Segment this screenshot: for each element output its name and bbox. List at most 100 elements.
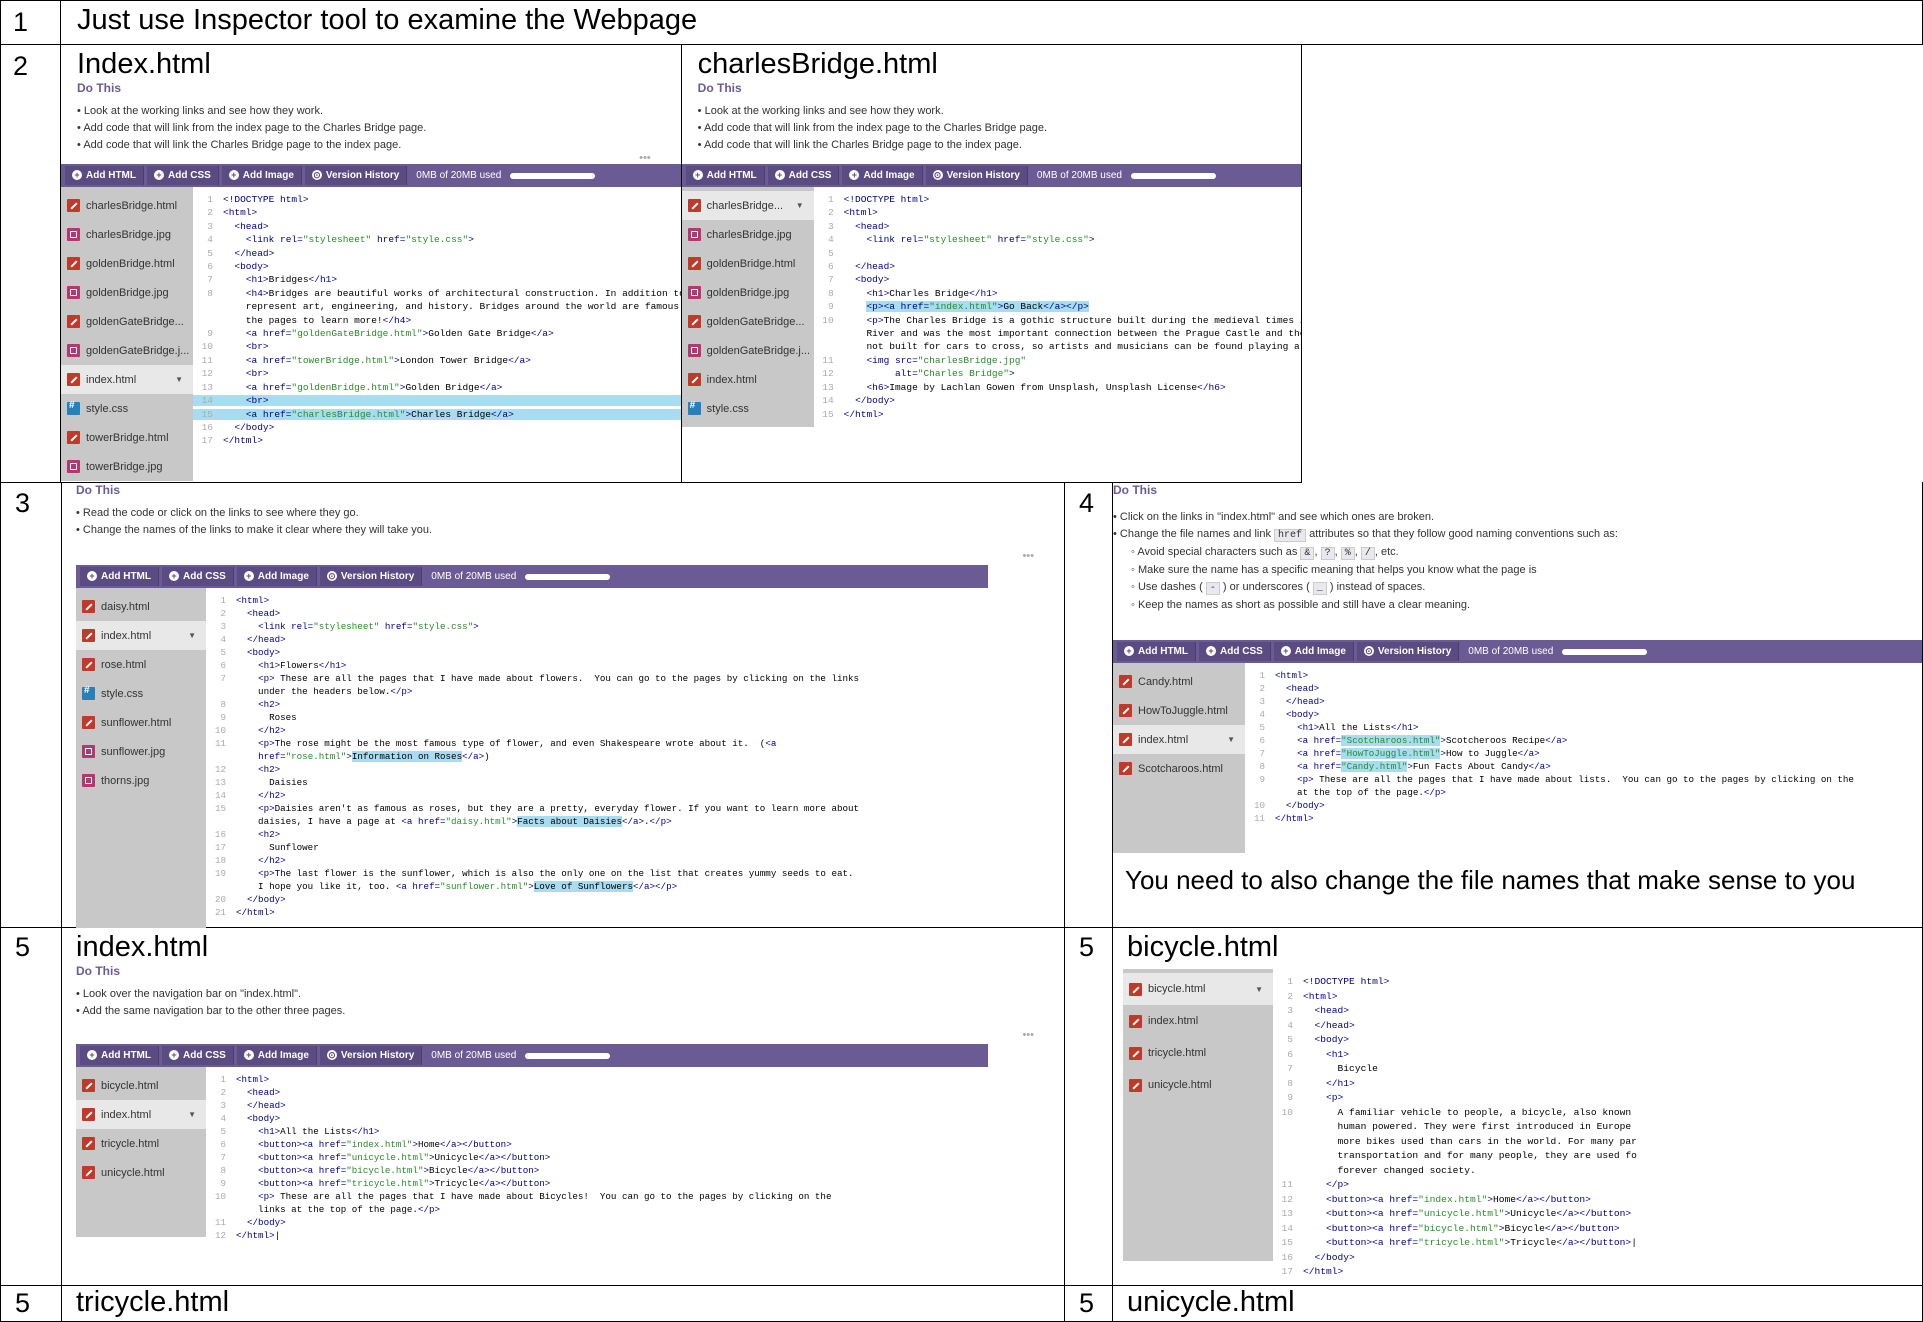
file-item[interactable]: goldenGateBridge... xyxy=(682,307,814,336)
version-history-button[interactable]: ⊙ Version History xyxy=(319,567,423,586)
file-item[interactable]: thorns.jpg xyxy=(76,766,206,795)
version-history-button[interactable]: ⊙ Version History xyxy=(304,166,408,185)
row-number-5a: 5 xyxy=(1,928,62,1285)
code-editor[interactable]: 1 <!DOCTYPE html> 2 <html> 3 <head> 4 </he… xyxy=(1273,969,1922,1280)
add-html-button[interactable]: + Add HTML xyxy=(80,567,159,586)
add-image-button[interactable]: + Add Image xyxy=(842,166,923,185)
add-image-button[interactable]: + Add Image xyxy=(1273,642,1354,661)
resize-handle[interactable]: ••• xyxy=(62,539,1064,565)
version-history-button[interactable]: ⊙ Version History xyxy=(1356,642,1460,661)
file-item-active[interactable]: index.html ▼ xyxy=(61,365,193,394)
chevron-down-icon[interactable]: ▼ xyxy=(175,375,183,384)
file-item[interactable]: index.html xyxy=(1123,1005,1273,1037)
add-css-button[interactable]: + Add CSS xyxy=(147,166,219,185)
add-css-button[interactable]: + Add CSS xyxy=(162,567,234,586)
file-item[interactable]: goldenGateBridge.j... xyxy=(682,336,814,365)
do-this-heading: Do This xyxy=(1113,483,1157,497)
file-item-active[interactable]: index.html ▼ xyxy=(1113,725,1245,754)
file-item[interactable]: sunflower.html xyxy=(76,708,206,737)
file-item[interactable]: towerBridge.html xyxy=(61,423,193,452)
file-item-active[interactable]: bicycle.html ▼ xyxy=(1123,973,1273,1005)
clock-icon: ⊙ xyxy=(326,571,337,581)
file-item[interactable]: towerBridge.jpg xyxy=(61,452,193,481)
file-item[interactable]: Candy.html xyxy=(1113,667,1245,696)
html-file-icon xyxy=(82,629,95,642)
code-editor[interactable]: 1 <!DOCTYPE html> 2 <html> 3 <head> 4 <lin… xyxy=(193,187,681,481)
file-item[interactable]: sunflower.jpg xyxy=(76,737,206,766)
instruction-item: Read the code or click on the links to s… xyxy=(76,505,1064,522)
row5-bottom: 5 tricycle.html 5 unicycle.html xyxy=(0,1286,1923,1322)
plus-icon: + xyxy=(692,170,703,180)
chevron-down-icon[interactable]: ▼ xyxy=(1227,735,1235,744)
html-file-icon xyxy=(1129,1078,1142,1092)
file-item-active[interactable]: index.html ▼ xyxy=(76,621,206,650)
file-item[interactable]: goldenGateBridge.j... xyxy=(61,336,193,365)
resize-handle[interactable] xyxy=(682,154,1301,164)
file-item[interactable]: unicycle.html xyxy=(1123,1069,1273,1101)
editor-toolbar: + Add HTML + Add CSS + Add Image ⊙ Version H… xyxy=(61,164,681,187)
chevron-down-icon[interactable]: ▼ xyxy=(188,1110,196,1119)
add-css-button[interactable]: + Add CSS xyxy=(767,166,840,185)
file-item[interactable]: charlesBridge.jpg xyxy=(61,220,193,249)
file-item[interactable]: daisy.html xyxy=(76,592,206,621)
file-item[interactable]: style.css xyxy=(61,394,193,423)
clock-icon: ⊙ xyxy=(1363,646,1374,656)
file-item[interactable]: tricycle.html xyxy=(1123,1037,1273,1069)
file-list: bicycle.html index.html ▼ tricycle.html u… xyxy=(76,1067,206,1237)
file-item[interactable]: bicycle.html xyxy=(76,1071,206,1100)
ide-area: bicycle.html index.html ▼ tricycle.html u… xyxy=(76,1067,988,1242)
file-item[interactable]: style.css xyxy=(682,394,814,423)
resize-handle[interactable]: ••• xyxy=(61,153,680,164)
chevron-down-icon[interactable]: ▼ xyxy=(796,201,804,210)
add-image-button[interactable]: + Add Image xyxy=(236,567,317,586)
file-item[interactable]: Scotcharoos.html xyxy=(1113,754,1245,783)
instruction-subitem: Use dashes ( - ) or underscores ( _ ) in… xyxy=(1113,579,1922,597)
add-image-button[interactable]: + Add Image xyxy=(236,1046,317,1065)
file-item[interactable]: goldenBridge.html xyxy=(682,249,814,278)
code-editor[interactable]: 1 <html> 2 <head> 3 <link rel="stylesheet… xyxy=(206,588,988,928)
version-history-button[interactable]: ⊙ Version History xyxy=(319,1046,423,1065)
add-css-button[interactable]: + Add CSS xyxy=(162,1046,234,1065)
row2-left-title: Index.html xyxy=(77,48,211,80)
html-file-icon xyxy=(82,658,95,671)
file-item-active[interactable]: index.html ▼ xyxy=(76,1100,206,1129)
add-image-button[interactable]: + Add Image xyxy=(221,166,302,185)
add-html-button[interactable]: + Add HTML xyxy=(80,1046,159,1065)
add-html-button[interactable]: + Add HTML xyxy=(1117,642,1196,661)
code-editor[interactable]: 1 <!DOCTYPE html> 2 <html> 3 <head> 4 <lin… xyxy=(814,187,1301,427)
file-item[interactable]: rose.html xyxy=(76,650,206,679)
chevron-down-icon[interactable]: ▼ xyxy=(188,631,196,640)
file-item[interactable]: goldenBridge.jpg xyxy=(682,278,814,307)
html-file-icon xyxy=(1129,1014,1142,1028)
file-item[interactable]: index.html xyxy=(682,365,814,394)
code-editor[interactable]: 1 <html> 2 <head> 3 </head> 4 <body> 5 <h… xyxy=(1245,663,1922,853)
file-item[interactable]: goldenBridge.html xyxy=(61,249,193,278)
chevron-down-icon[interactable]: ▼ xyxy=(1255,985,1263,994)
file-item[interactable]: charlesBridge.jpg xyxy=(682,220,814,249)
editor-toolbar: + Add HTML + Add CSS + Add Image ⊙ Version H… xyxy=(76,1044,988,1067)
html-file-icon xyxy=(67,373,80,386)
storage-usage: 0MB of 20MB used xyxy=(1468,646,1554,657)
code-editor[interactable]: 1 <html> 2 <head> 3 </head> 4 <body> 5 <h… xyxy=(206,1067,988,1242)
file-item[interactable]: unicycle.html xyxy=(76,1158,206,1187)
resize-handle[interactable]: ••• xyxy=(62,1020,1064,1044)
file-item[interactable]: goldenBridge.jpg xyxy=(61,278,193,307)
storage-bar xyxy=(1130,172,1216,179)
add-html-button[interactable]: + Add HTML xyxy=(65,166,144,185)
file-item[interactable]: style.css xyxy=(76,679,206,708)
add-html-button[interactable]: + Add HTML xyxy=(685,166,765,185)
editor-toolbar: + Add HTML + Add CSS + Add Image ⊙ Version H… xyxy=(1113,640,1922,663)
row2-right-screenshot: Do This Look at the working links and se… xyxy=(682,80,1301,427)
file-list: bicycle.html ▼ index.html tricycle.html u… xyxy=(1123,969,1273,1261)
file-item[interactable]: HowToJuggle.html xyxy=(1113,696,1245,725)
file-item[interactable]: goldenGateBridge... xyxy=(61,307,193,336)
file-item[interactable]: charlesBridge.html xyxy=(61,191,193,220)
row1-instruction: Just use Inspector tool to examine the W… xyxy=(60,0,1923,45)
image-file-icon xyxy=(687,286,701,299)
file-item[interactable]: tricycle.html xyxy=(76,1129,206,1158)
file-item-active[interactable]: charlesBridge... ▼ xyxy=(682,191,814,220)
add-css-button[interactable]: + Add CSS xyxy=(1199,642,1271,661)
row5: 5 index.html Do This Look over the navig… xyxy=(0,928,1923,1286)
version-history-button[interactable]: ⊙ Version History xyxy=(925,166,1028,185)
image-file-icon xyxy=(67,344,80,357)
